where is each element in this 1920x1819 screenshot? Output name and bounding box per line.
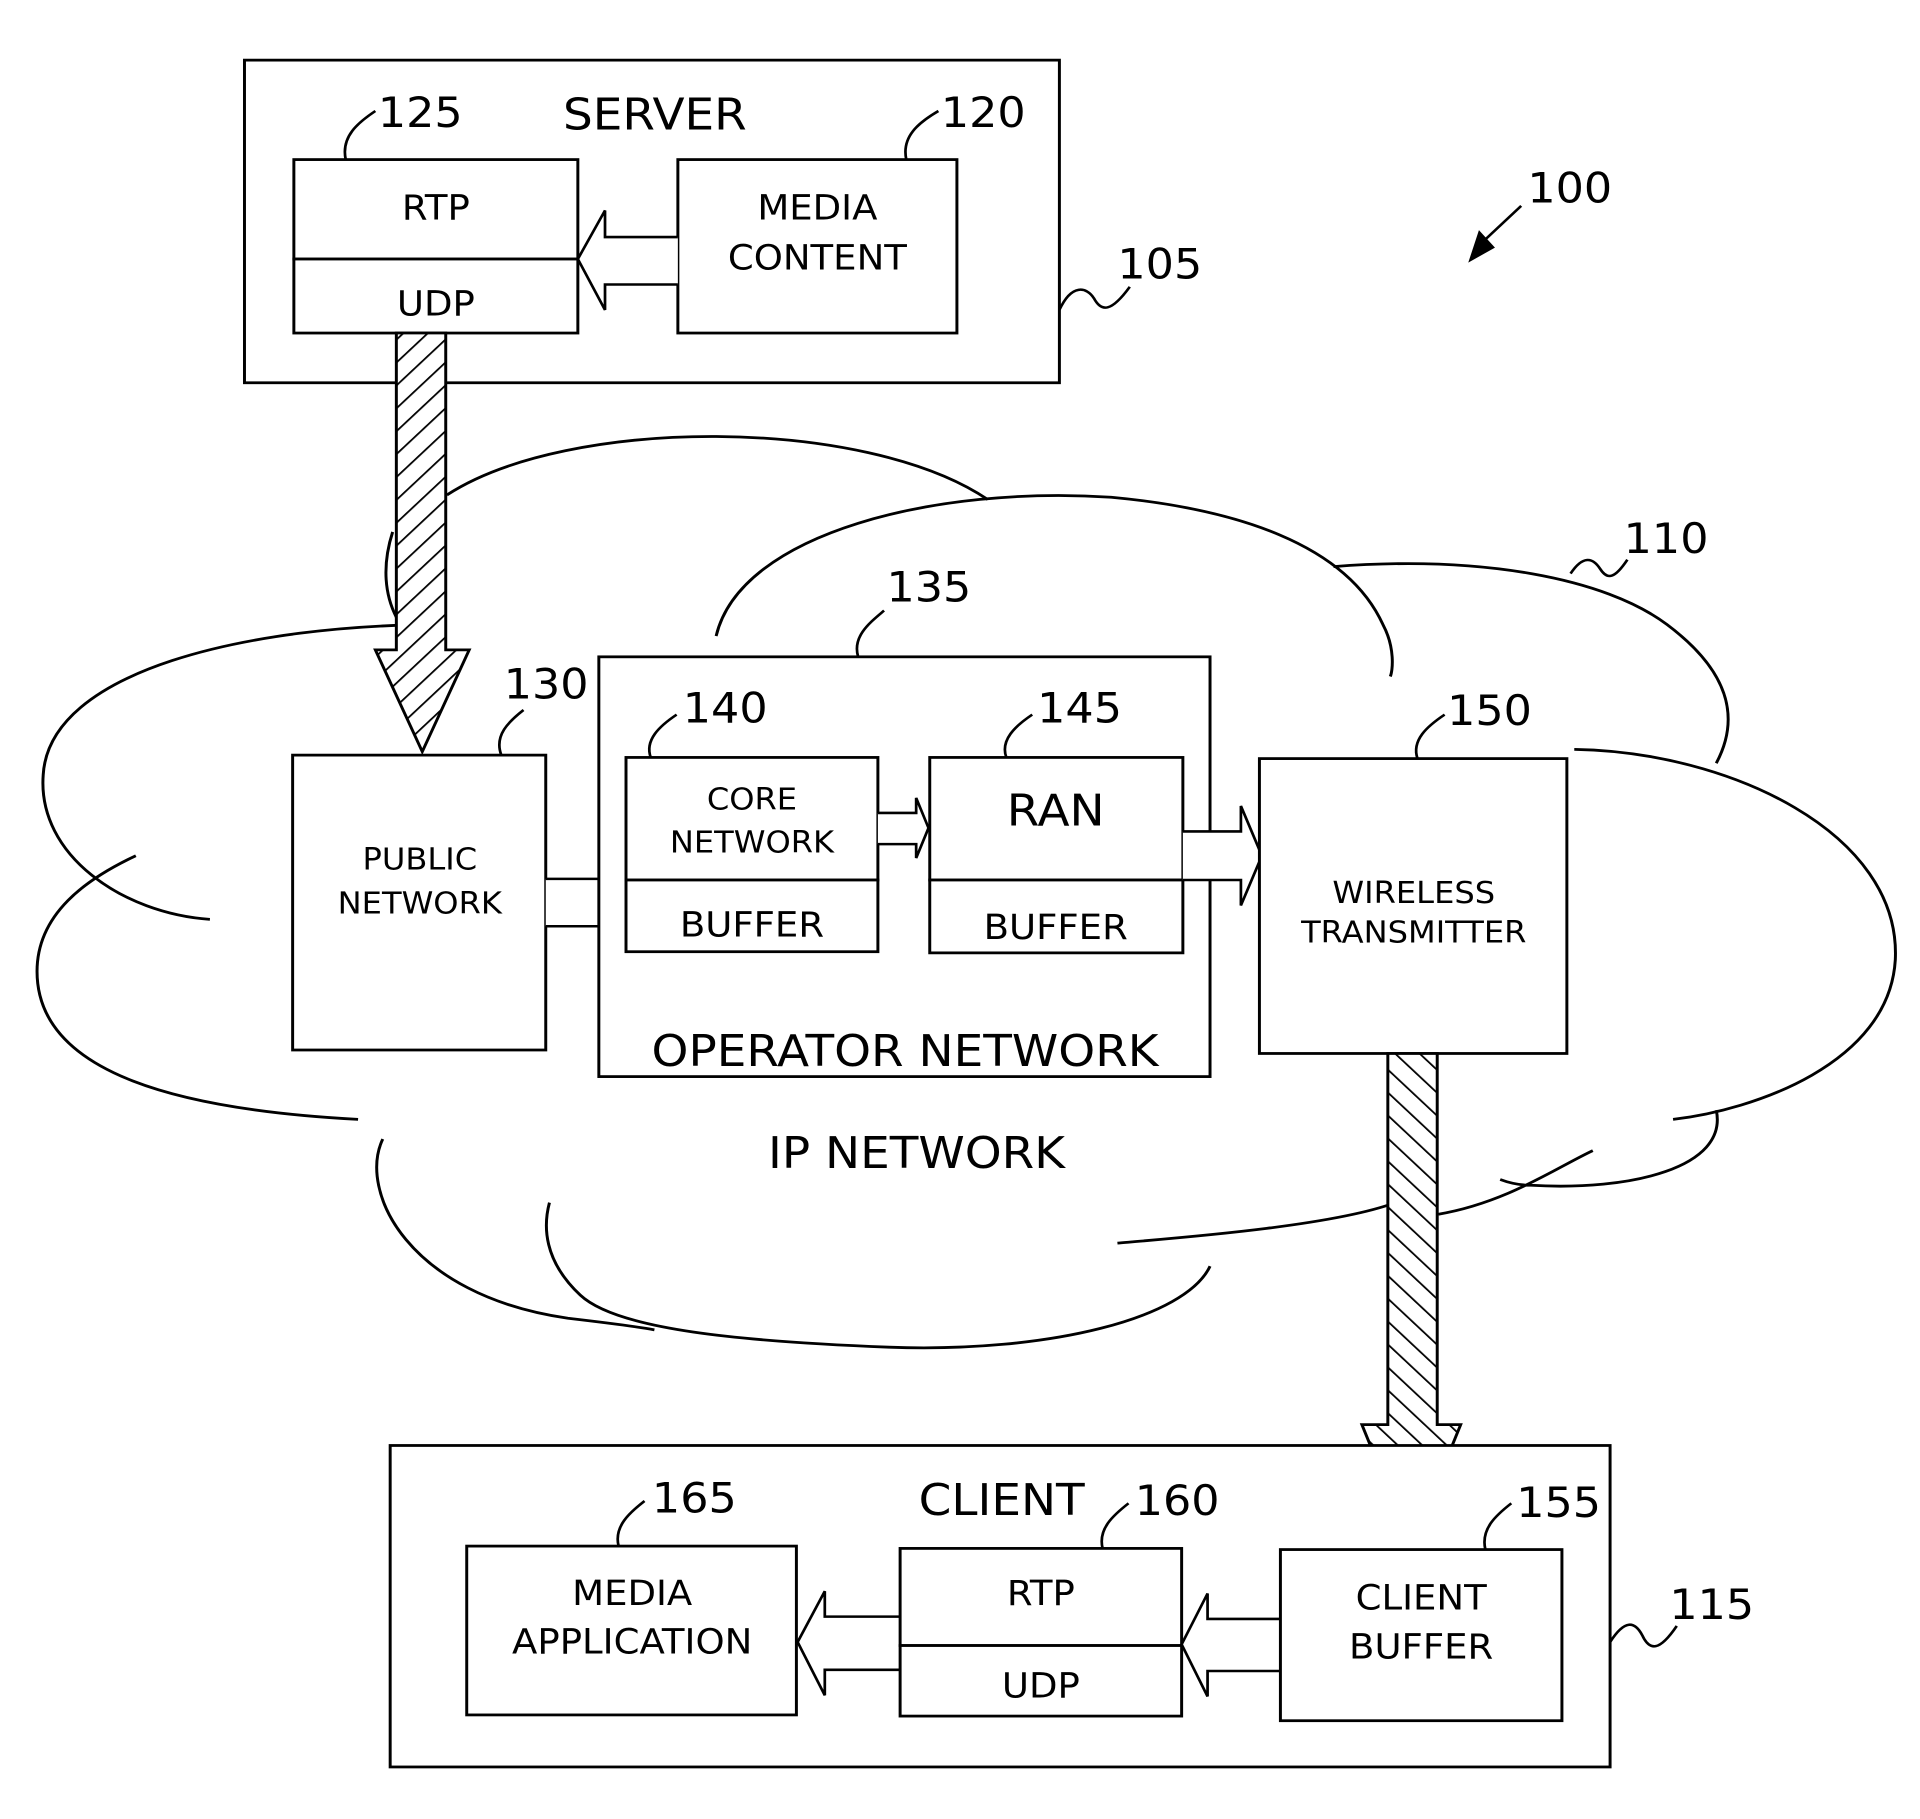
client-ref: 115 [1669, 1581, 1754, 1629]
wireless-transmitter-ref: 150 [1447, 687, 1532, 735]
core-network-line2: NETWORK [670, 825, 836, 860]
media-application-line2: APPLICATION [512, 1623, 752, 1663]
media-application-line1: MEDIA [572, 1574, 693, 1614]
cloud-lobe-bottom [544, 1201, 1396, 1350]
public-network-ref: 130 [504, 661, 589, 709]
client-protocol-ref: 160 [1135, 1477, 1220, 1525]
client-buffer-line2: BUFFER [1349, 1627, 1493, 1667]
cloud-lobe-top-left [384, 435, 989, 661]
cloud-lobe-top-middle [714, 494, 1394, 678]
client-title: CLIENT [919, 1474, 1085, 1525]
server-protocol-ref: 125 [378, 90, 463, 138]
cloud-lobe-bottom-right [1438, 1109, 1719, 1216]
operator-network-leader [855, 609, 885, 658]
core-network-line1: CORE [707, 782, 797, 817]
server-leader [1058, 286, 1131, 311]
ip-network-leader [1569, 558, 1629, 578]
core-network-ref: 140 [683, 685, 768, 733]
client-udp-label: UDP [1002, 1667, 1080, 1707]
cloud-lobe-right [1574, 747, 1897, 1121]
client-rtp-label: RTP [1007, 1574, 1075, 1614]
operator-network-title: OPERATOR NETWORK [652, 1026, 1160, 1077]
wireless-transmitter-line1: WIRELESS [1332, 876, 1495, 911]
ran-label: RAN [1007, 785, 1105, 836]
client-leader [1608, 1623, 1678, 1648]
server-box: SERVER 105 RTP UDP 125 MEDIA CONTENT 120 [242, 58, 1202, 385]
core-buffer-label: BUFFER [680, 906, 824, 946]
server-rtp-label: RTP [402, 189, 470, 229]
ran-buffer-label: BUFFER [984, 908, 1128, 948]
core-network-frame [624, 756, 880, 882]
operator-network-box: OPERATOR NETWORK 135 CORE NETWORK BUFFER… [597, 564, 1212, 1078]
client-buffer-line1: CLIENT [1356, 1579, 1488, 1619]
wireless-transmitter-leader [1414, 713, 1446, 759]
operator-network-ref: 135 [887, 564, 972, 612]
ip-network-ref: 110 [1624, 515, 1709, 563]
wireless-transmitter-box: WIRELESS TRANSMITTER 150 [1257, 687, 1569, 1055]
server-title: SERVER [563, 89, 747, 140]
streaming-system-diagram: 110 IP NETWORK SERVER 105 RTP UDP 125 ME… [35, 58, 1897, 1769]
ip-network-title: IP NETWORK [768, 1127, 1066, 1178]
server-udp-label: UDP [397, 285, 475, 325]
media-content-ref: 120 [941, 90, 1026, 138]
figure-ref-arrow-icon [1468, 204, 1523, 263]
public-network-line2: NETWORK [338, 886, 504, 921]
media-application-ref: 165 [652, 1475, 737, 1523]
public-network-box: PUBLIC NETWORK 130 [291, 661, 589, 1052]
client-box: CLIENT 115 MEDIA APPLICATION 165 RTP UDP… [388, 1444, 1754, 1769]
server-ref: 105 [1117, 241, 1202, 289]
ran-ref: 145 [1037, 685, 1122, 733]
media-content-line1: MEDIA [757, 189, 878, 229]
client-buffer-ref: 155 [1516, 1479, 1601, 1527]
wireless-transmitter-line2: TRANSMITTER [1300, 915, 1526, 950]
cloud-lobe-bottom-left [375, 1138, 655, 1332]
figure-ref: 100 [1527, 165, 1612, 213]
media-content-line2: CONTENT [728, 239, 908, 279]
public-network-leader [498, 709, 525, 756]
public-network-line1: PUBLIC [362, 843, 477, 878]
